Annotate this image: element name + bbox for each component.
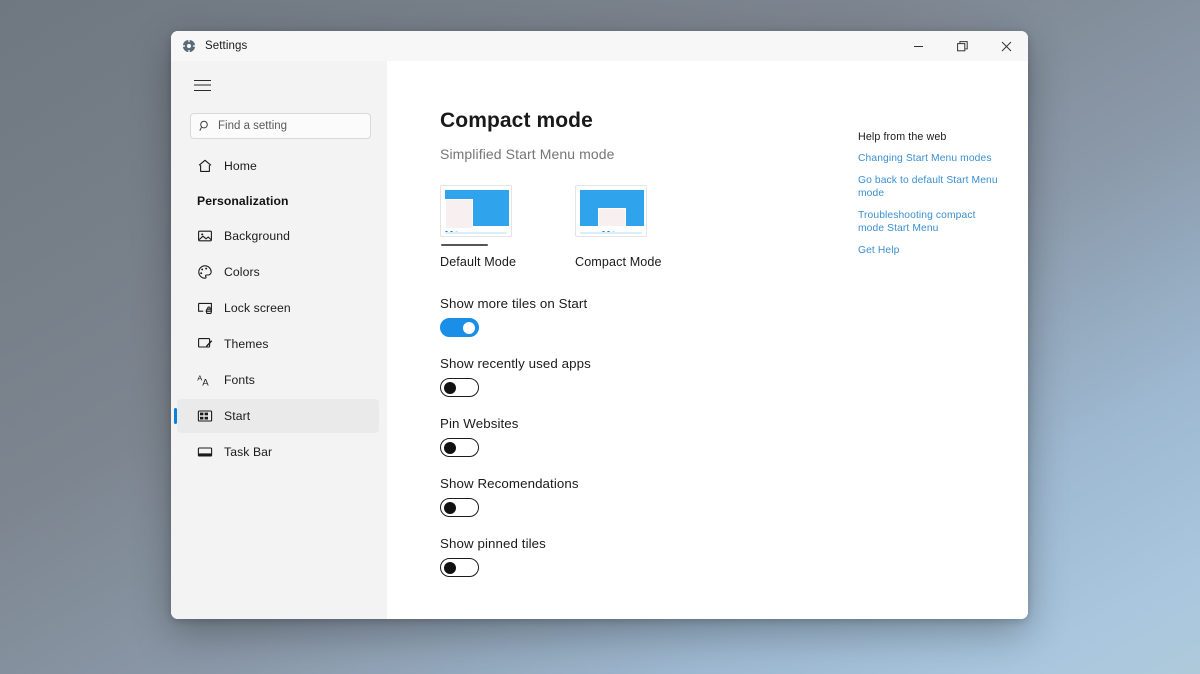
sidebar-nav: Home Personalization Background <box>171 149 387 469</box>
compact-mode-preview <box>575 185 647 237</box>
setting-label: Pin Websites <box>440 416 1028 431</box>
minimize-button[interactable] <box>896 31 940 61</box>
sidebar-item-start[interactable]: Start <box>177 399 379 433</box>
toggle-show-pinned-tiles[interactable] <box>440 558 479 577</box>
sidebar: Home Personalization Background <box>171 61 387 619</box>
sidebar-item-label: Colors <box>224 265 260 279</box>
sidebar-item-home[interactable]: Home <box>177 149 379 183</box>
gear-icon <box>182 39 196 53</box>
window-title: Settings <box>205 40 247 52</box>
fonts-icon: A A <box>197 372 213 388</box>
sidebar-item-label: Fonts <box>224 373 255 387</box>
start-icon <box>197 408 213 424</box>
mode-option-label: Default Mode <box>440 255 520 269</box>
setting-label: Show Recomendations <box>440 476 1028 491</box>
help-panel-title: Help from the web <box>858 131 1002 143</box>
toggle-pin-websites[interactable] <box>440 438 479 457</box>
lock-screen-icon <box>197 300 213 316</box>
setting-label: Show recently used apps <box>440 356 1028 371</box>
setting-show-more-tiles: Show more tiles on Start <box>440 296 1028 337</box>
toggle-show-recently-used-apps[interactable] <box>440 378 479 397</box>
help-link-get-help[interactable]: Get Help <box>858 244 1002 257</box>
close-button[interactable] <box>984 31 1028 61</box>
setting-label: Show more tiles on Start <box>440 296 1028 311</box>
search-icon <box>199 120 211 132</box>
sidebar-item-themes[interactable]: Themes <box>177 327 379 361</box>
hamburger-icon[interactable] <box>185 70 219 100</box>
mode-option-default[interactable]: Default Mode <box>440 185 520 269</box>
sidebar-item-fonts[interactable]: A A Fonts <box>177 363 379 397</box>
mode-option-compact[interactable]: Compact Mode <box>575 185 655 269</box>
sidebar-item-label: Task Bar <box>224 445 272 459</box>
settings-toggles: Show more tiles on Start Show recently u… <box>440 296 1028 577</box>
taskbar-icon <box>197 444 213 460</box>
palette-icon <box>197 264 213 280</box>
sidebar-section-personalization: Personalization <box>177 185 379 217</box>
sidebar-item-label: Home <box>224 159 257 173</box>
window-controls <box>896 31 1028 61</box>
setting-pin-websites: Pin Websites <box>440 416 1028 457</box>
title-bar-left: Settings <box>171 39 247 53</box>
mode-option-label: Compact Mode <box>575 255 655 269</box>
page-title: Compact mode <box>440 109 1028 133</box>
sidebar-item-colors[interactable]: Colors <box>177 255 379 289</box>
restore-button[interactable] <box>940 31 984 61</box>
default-mode-preview <box>440 185 512 237</box>
default-mode-selected-indicator <box>441 244 488 246</box>
setting-show-recently-used-apps: Show recently used apps <box>440 356 1028 397</box>
help-link-go-back-to-default[interactable]: Go back to default Start Menu mode <box>858 174 1002 200</box>
image-icon <box>197 228 213 244</box>
setting-label: Show pinned tiles <box>440 536 1028 551</box>
help-panel: Help from the web Changing Start Menu mo… <box>858 131 1002 266</box>
svg-text:A: A <box>202 377 209 388</box>
sidebar-item-label: Themes <box>224 337 269 351</box>
themes-icon <box>197 336 213 352</box>
settings-window: Settings <box>171 31 1028 619</box>
sidebar-item-label: Start <box>224 409 250 423</box>
search-box[interactable] <box>190 113 371 139</box>
toggle-show-more-tiles[interactable] <box>440 318 479 337</box>
help-link-troubleshooting-compact-mode[interactable]: Troubleshooting compact mode Start Menu <box>858 209 1002 235</box>
title-bar: Settings <box>171 31 1028 61</box>
sidebar-item-task-bar[interactable]: Task Bar <box>177 435 379 469</box>
sidebar-item-lock-screen[interactable]: Lock screen <box>177 291 379 325</box>
sidebar-item-background[interactable]: Background <box>177 219 379 253</box>
help-link-changing-start-menu-modes[interactable]: Changing Start Menu modes <box>858 152 1002 165</box>
setting-show-pinned-tiles: Show pinned tiles <box>440 536 1028 577</box>
sidebar-item-label: Lock screen <box>224 301 291 315</box>
toggle-show-recommendations[interactable] <box>440 498 479 517</box>
content-area: Compact mode Simplified Start Menu mode … <box>387 61 1028 619</box>
window-body: Home Personalization Background <box>171 61 1028 619</box>
compact-mode-selected-indicator <box>576 244 623 246</box>
home-icon <box>197 158 213 174</box>
setting-show-recommendations: Show Recomendations <box>440 476 1028 517</box>
search-input[interactable] <box>218 120 362 132</box>
sidebar-item-label: Background <box>224 229 290 243</box>
